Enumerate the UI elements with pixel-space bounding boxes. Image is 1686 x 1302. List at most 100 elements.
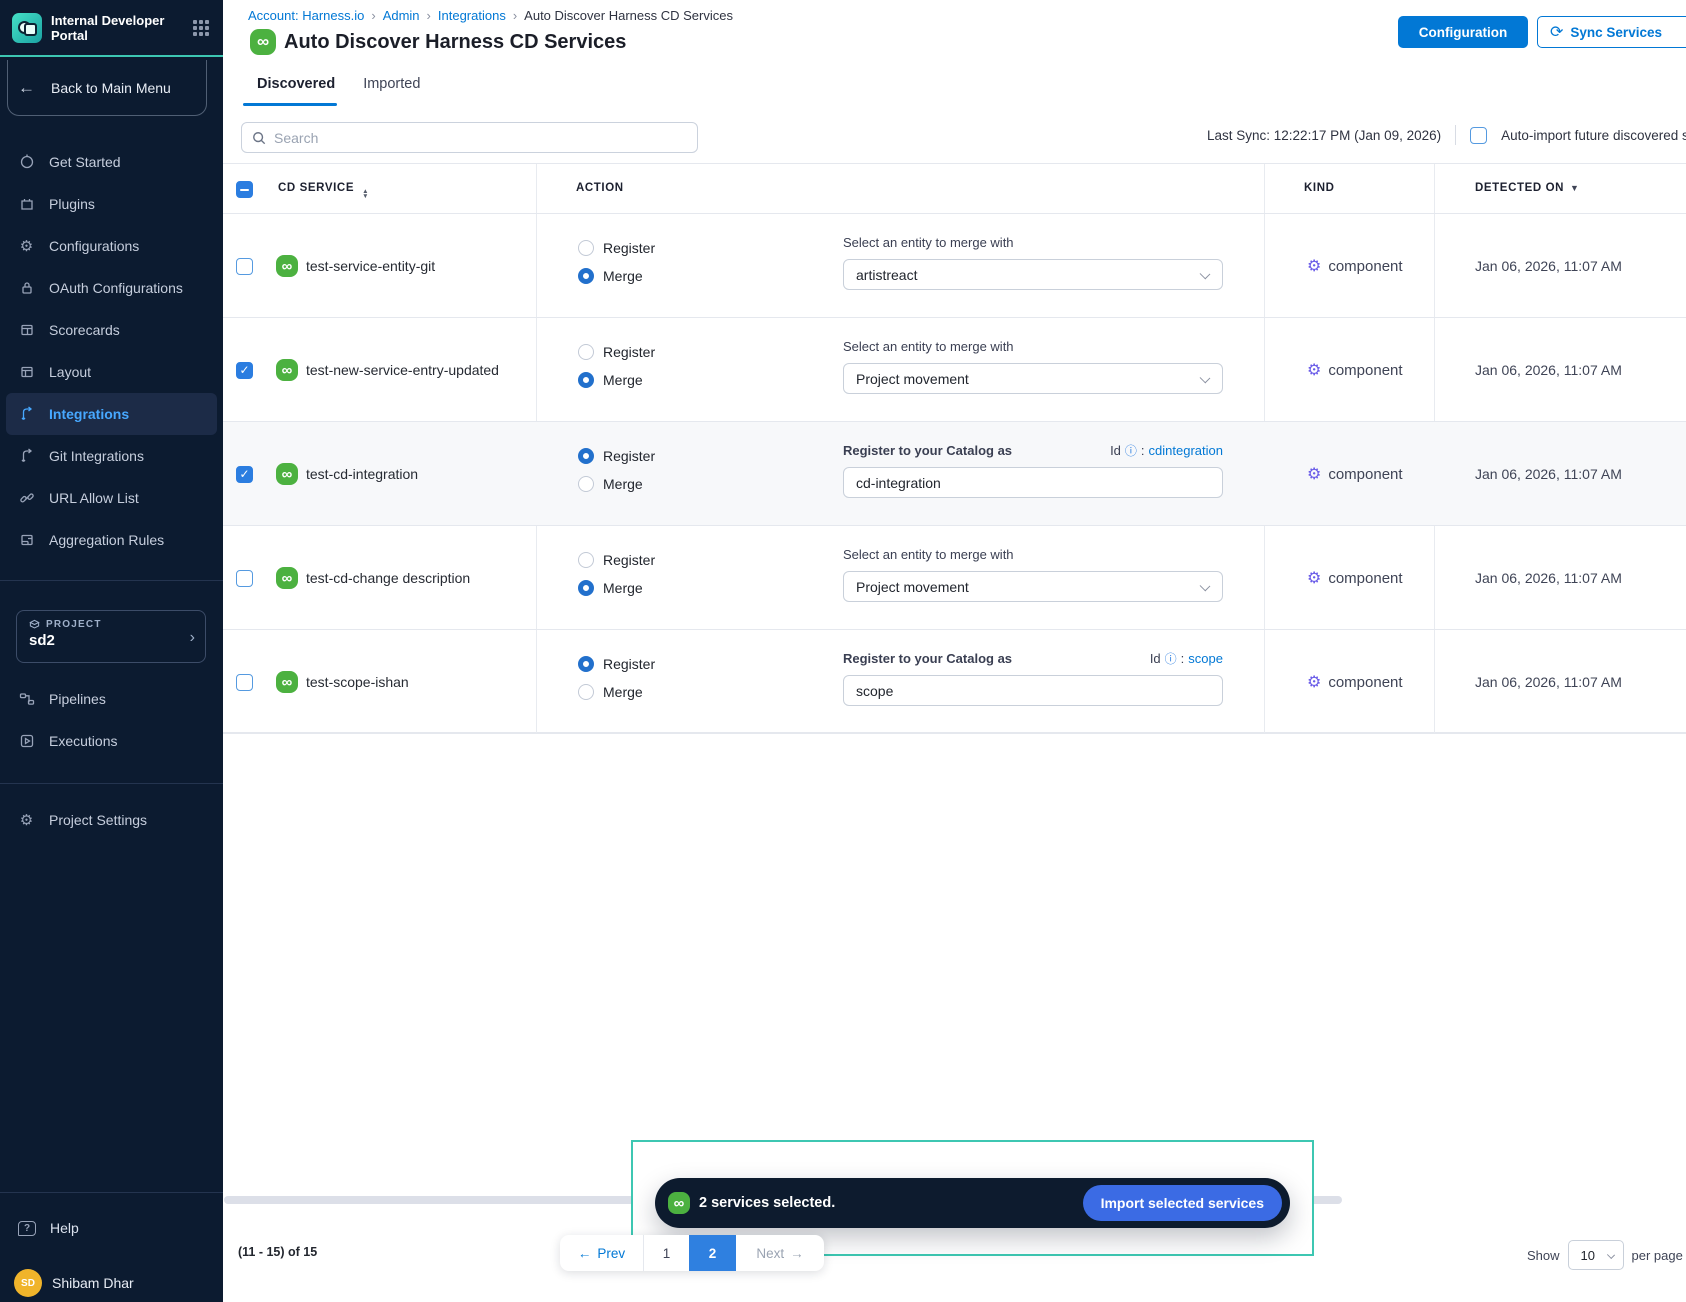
tab-imported[interactable]: Imported [363, 70, 420, 106]
sidebar-nav-settings: ⚙ Project Settings [0, 799, 223, 841]
page-size-select[interactable]: 10 [1568, 1240, 1624, 1270]
radio-register[interactable] [578, 552, 594, 568]
register-option[interactable]: Register [578, 344, 655, 360]
breadcrumb-account-link[interactable]: Account: Harness.io [248, 8, 364, 23]
search-input[interactable] [274, 130, 687, 146]
tab-discovered[interactable]: Discovered [257, 70, 335, 106]
sidebar-item-pipelines[interactable]: Pipelines [0, 678, 223, 720]
sidebar-item-integrations[interactable]: Integrations [6, 393, 217, 435]
sidebar-item-aggregation-rules[interactable]: Aggregation Rules [0, 519, 223, 561]
merge-option[interactable]: Merge [578, 476, 655, 492]
id-link[interactable]: scope [1188, 651, 1223, 666]
git-integrations-icon [18, 448, 35, 465]
service-name: test-cd-change description [306, 570, 470, 586]
radio-register[interactable] [578, 656, 594, 672]
table-row: test-cd-integration Register Merge Regis… [223, 422, 1686, 526]
chevron-down-icon [1200, 269, 1211, 280]
merge-entity-select[interactable]: Project movement [843, 571, 1223, 602]
action-radio-group: Register Merge [578, 656, 655, 700]
help-button[interactable]: ? Help [0, 1207, 223, 1249]
select-all-checkbox[interactable] [236, 181, 253, 198]
register-catalog-block: Register to your Catalog as Idⓘ : cdinte… [843, 442, 1223, 498]
merge-option[interactable]: Merge [578, 268, 655, 284]
sidebar-item-project-settings[interactable]: ⚙ Project Settings [0, 799, 223, 841]
tab-bar: Discovered Imported [223, 70, 420, 106]
back-to-main-menu-button[interactable]: ← Back to Main Menu [7, 60, 207, 116]
sidebar-item-layout[interactable]: Layout [0, 351, 223, 393]
sidebar-item-oauth-configurations[interactable]: OAuth Configurations [0, 267, 223, 309]
id-line: Idⓘ : cdintegration [1110, 442, 1223, 459]
register-catalog-label: Register to your Catalog as [843, 651, 1012, 666]
aggregation-icon [18, 532, 35, 549]
prev-page-button[interactable]: ← Prev [560, 1235, 644, 1271]
radio-register[interactable] [578, 240, 594, 256]
next-page-button[interactable]: Next → [736, 1235, 824, 1271]
merge-option[interactable]: Merge [578, 372, 655, 388]
action-radio-group: Register Merge [578, 552, 655, 596]
user-menu[interactable]: SD Shibam Dhar [0, 1262, 223, 1302]
service-name-cell: test-cd-change description [236, 526, 470, 630]
search-box[interactable] [241, 122, 698, 153]
page-2-button[interactable]: 2 [689, 1235, 736, 1271]
configuration-button[interactable]: Configuration [1398, 16, 1528, 48]
auto-import-checkbox[interactable] [1470, 127, 1487, 144]
row-checkbox[interactable] [236, 362, 253, 379]
register-option[interactable]: Register [578, 240, 655, 256]
avatar: SD [14, 1269, 42, 1297]
page-1-button[interactable]: 1 [644, 1235, 689, 1271]
merge-option[interactable]: Merge [578, 684, 655, 700]
pagination: ← Prev 1 2 Next → [560, 1235, 824, 1271]
action-radio-group: Register Merge [578, 344, 655, 388]
sidebar-item-url-allow-list[interactable]: URL Allow List [0, 477, 223, 519]
integrations-icon [18, 406, 35, 423]
radio-merge[interactable] [578, 268, 594, 284]
app-switcher-icon[interactable] [193, 20, 211, 36]
sidebar-item-plugins[interactable]: Plugins [0, 183, 223, 225]
column-header-cd-service[interactable]: CD SERVICE▲▼ [278, 182, 369, 199]
sidebar-item-executions[interactable]: Executions [0, 720, 223, 762]
radio-merge[interactable] [578, 580, 594, 596]
selection-bar: 2 services selected. Import selected ser… [655, 1178, 1290, 1228]
harness-cd-icon [668, 1192, 690, 1214]
service-name-cell: test-cd-integration [236, 422, 418, 526]
row-checkbox[interactable] [236, 258, 253, 275]
radio-merge[interactable] [578, 684, 594, 700]
register-option[interactable]: Register [578, 656, 655, 672]
row-checkbox[interactable] [236, 674, 253, 691]
register-option[interactable]: Register [578, 552, 655, 568]
project-selector-card[interactable]: PROJECT sd2 › [16, 610, 206, 663]
executions-icon [18, 733, 35, 750]
sync-services-button[interactable]: ⟳ Sync Services [1537, 16, 1686, 48]
catalog-name-input[interactable] [843, 675, 1223, 706]
chevron-right-icon: › [190, 629, 195, 647]
kind-cell: ⚙component [1307, 422, 1403, 526]
scorecards-icon [18, 322, 35, 339]
column-header-detected-on[interactable]: DETECTED ON▼ [1475, 182, 1580, 194]
row-checkbox[interactable] [236, 466, 253, 483]
sidebar-item-configurations[interactable]: ⚙ Configurations [0, 225, 223, 267]
radio-merge[interactable] [578, 476, 594, 492]
catalog-name-input[interactable] [843, 467, 1223, 498]
import-selected-services-button[interactable]: Import selected services [1083, 1185, 1282, 1221]
sidebar-item-scorecards[interactable]: Scorecards [0, 309, 223, 351]
sidebar-item-git-integrations[interactable]: Git Integrations [0, 435, 223, 477]
page-size-cluster: Show 10 per page [1527, 1240, 1683, 1270]
radio-register[interactable] [578, 344, 594, 360]
merge-option[interactable]: Merge [578, 580, 655, 596]
radio-merge[interactable] [578, 372, 594, 388]
column-header-action: ACTION [576, 182, 624, 194]
table-row: test-service-entity-git Register Merge S… [223, 214, 1686, 318]
breadcrumb-integrations-link[interactable]: Integrations [438, 8, 506, 23]
oauth-icon [18, 280, 35, 297]
row-checkbox[interactable] [236, 570, 253, 587]
sync-status-cluster: Last Sync: 12:22:17 PM (Jan 09, 2026) Au… [1207, 125, 1686, 145]
logo-block: Internal Developer Portal [0, 0, 223, 57]
breadcrumb-admin-link[interactable]: Admin [383, 8, 420, 23]
id-link[interactable]: cdintegration [1149, 443, 1223, 458]
radio-register[interactable] [578, 448, 594, 464]
sidebar-item-get-started[interactable]: Get Started [0, 141, 223, 183]
register-option[interactable]: Register [578, 448, 655, 464]
merge-entity-select[interactable]: artistreact [843, 259, 1223, 290]
page-title: Auto Discover Harness CD Services [284, 31, 626, 54]
merge-entity-select[interactable]: Project movement [843, 363, 1223, 394]
